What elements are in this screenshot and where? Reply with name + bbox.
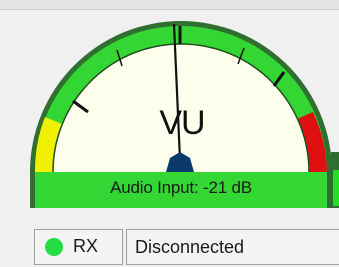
rx-status-dot-icon	[45, 238, 63, 256]
connection-status-panel: Disconnected	[126, 229, 339, 265]
rx-label: RX	[73, 236, 99, 256]
vu-scale-text: VU	[159, 104, 205, 142]
vu-meter-panel: VU Audio Input: -21 dB RX Disconnected	[0, 0, 339, 267]
adjacent-meter-band	[333, 170, 339, 206]
audio-input-readout: Audio Input: -21 dB	[110, 178, 252, 197]
connection-status-text: Disconnected	[135, 237, 245, 257]
rx-indicator-panel: RX	[34, 229, 123, 265]
